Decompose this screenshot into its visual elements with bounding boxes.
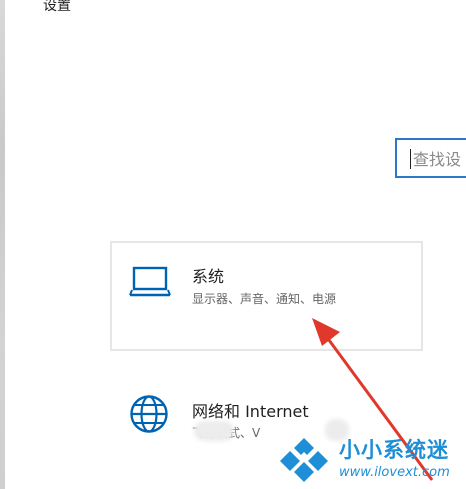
laptop-icon <box>129 266 171 297</box>
watermark-url: www.ilovext.com <box>339 465 450 480</box>
text-caret <box>410 149 411 169</box>
blurred-text <box>194 421 234 441</box>
watermark: 小小系统迷 www.ilovext.com <box>277 434 466 489</box>
category-description-system: 显示器、声音、通知、电源 <box>192 292 337 306</box>
watermark-name: 小小系统迷 <box>339 438 449 462</box>
left-edge-border <box>0 0 5 489</box>
window-title: 设置 <box>43 0 71 14</box>
search-input[interactable] <box>413 146 466 172</box>
search-box[interactable] <box>395 138 466 178</box>
category-title-system: 系统 <box>192 267 225 286</box>
category-title-network[interactable]: 网络和 Internet <box>192 398 309 422</box>
diamond-logo-icon <box>280 438 328 482</box>
globe-icon <box>130 395 168 433</box>
